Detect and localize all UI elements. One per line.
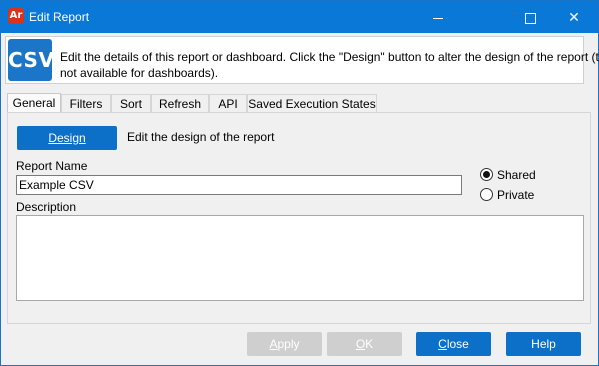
maximize-icon xyxy=(524,12,536,24)
help-button[interactable]: Help xyxy=(506,332,581,356)
info-panel: CSV Edit the details of this report or d… xyxy=(5,36,599,84)
window-title: Edit Report xyxy=(29,10,90,24)
maximize-button[interactable] xyxy=(507,1,553,33)
description-label: Description xyxy=(16,200,77,214)
ok-button[interactable]: OK xyxy=(327,332,402,356)
tab-general[interactable]: General xyxy=(7,93,61,113)
report-name-input[interactable] xyxy=(16,175,462,195)
tab-saved-execution-states[interactable]: Saved Execution States xyxy=(247,94,377,112)
design-description: Edit the design of the report xyxy=(127,130,275,144)
report-name-label: Report Name xyxy=(16,159,88,173)
close-window-button[interactable]: ✕ xyxy=(551,1,597,33)
description-textarea[interactable] xyxy=(16,215,584,301)
minimize-button[interactable] xyxy=(415,1,461,33)
close-icon: ✕ xyxy=(568,9,580,25)
tab-sort[interactable]: Sort xyxy=(111,94,151,112)
tab-api[interactable]: API xyxy=(209,94,247,112)
edit-report-dialog: Ar Edit Report ✕ CSV Edit the details of… xyxy=(0,0,599,366)
design-button[interactable]: Design xyxy=(17,126,117,150)
shared-radio[interactable] xyxy=(480,168,493,181)
minimize-icon xyxy=(433,17,443,19)
info-line-2: not available for dashboards). xyxy=(60,66,219,80)
apply-button[interactable]: Apply xyxy=(247,332,322,356)
info-text: Edit the details of this report or dashb… xyxy=(60,49,599,81)
title-bar[interactable]: Ar Edit Report ✕ xyxy=(1,1,598,33)
info-line-1: Edit the details of this report or dashb… xyxy=(60,50,599,64)
private-radio[interactable] xyxy=(480,188,493,201)
shared-radio-label: Shared xyxy=(497,168,536,182)
close-button[interactable]: Close xyxy=(416,332,491,356)
private-radio-label: Private xyxy=(497,188,535,202)
general-tab-panel: Design Edit the design of the report Rep… xyxy=(7,112,591,324)
app-logo-icon: Ar xyxy=(8,8,24,24)
csv-report-icon: CSV xyxy=(8,39,54,81)
tab-filters[interactable]: Filters xyxy=(61,94,111,112)
tab-refresh[interactable]: Refresh xyxy=(151,94,209,112)
